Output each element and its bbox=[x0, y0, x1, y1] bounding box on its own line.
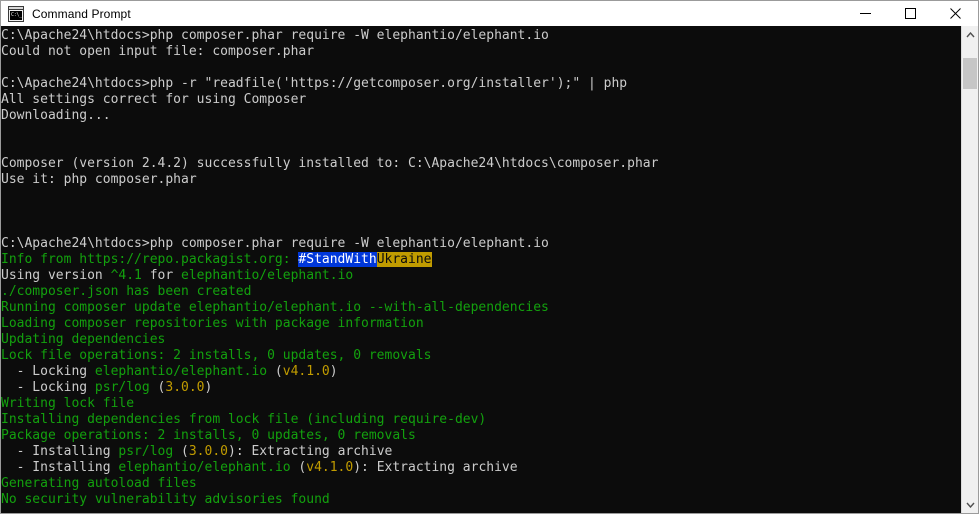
terminal-text: C:\Apache24\htdocs>php composer.phar req… bbox=[1, 236, 549, 251]
terminal-line: Running composer update elephantio/eleph… bbox=[1, 300, 961, 316]
terminal-text: Generating autoload files bbox=[1, 476, 197, 491]
scroll-down-arrow[interactable] bbox=[962, 496, 978, 513]
terminal-text: ( bbox=[149, 380, 166, 395]
terminal-text: for bbox=[141, 268, 182, 283]
terminal-line: - Installing psr/log (3.0.0): Extracting… bbox=[1, 444, 961, 460]
terminal-text: psr/log bbox=[94, 380, 150, 395]
chevron-up-icon bbox=[965, 31, 975, 37]
terminal-line: ./composer.json has been created bbox=[1, 284, 961, 300]
maximize-icon bbox=[905, 8, 916, 19]
terminal-text: Could not open input file: composer.phar bbox=[1, 44, 315, 59]
console-area: C:\Apache24\htdocs>php composer.phar req… bbox=[1, 26, 978, 513]
terminal-text: C:\Apache24\htdocs>php composer.phar req… bbox=[1, 28, 549, 43]
terminal-line: No security vulnerability advisories fou… bbox=[1, 492, 961, 508]
terminal-output[interactable]: C:\Apache24\htdocs>php composer.phar req… bbox=[1, 26, 961, 513]
terminal-text: ( bbox=[173, 444, 189, 459]
terminal-line: Lock file operations: 2 installs, 0 upda… bbox=[1, 348, 961, 364]
terminal-line: Downloading... bbox=[1, 108, 961, 124]
terminal-text: Composer (version 2.4.2) successfully in… bbox=[1, 156, 659, 171]
terminal-line: Info from https://repo.packagist.org: #S… bbox=[1, 252, 961, 268]
command-prompt-window: C:\_ Command Prompt C:\Apache24\htdocs>p… bbox=[0, 0, 979, 514]
terminal-text: ): Extracting archive bbox=[353, 460, 518, 475]
terminal-line: C:\Apache24\htdocs>php composer.phar req… bbox=[1, 236, 961, 252]
minimize-icon bbox=[860, 13, 871, 14]
terminal-text: psr/log bbox=[118, 444, 174, 459]
terminal-line: Package operations: 2 installs, 0 update… bbox=[1, 428, 961, 444]
terminal-text: Info from https://repo.packagist.org: bbox=[1, 252, 299, 267]
terminal-text: elephantio/elephant.io bbox=[118, 460, 291, 475]
terminal-text: Updating dependencies bbox=[1, 332, 166, 347]
terminal-line: All settings correct for using Composer bbox=[1, 92, 961, 108]
close-icon bbox=[950, 8, 961, 19]
terminal-text: 3.0.0 bbox=[188, 444, 228, 459]
terminal-line: Use it: php composer.phar bbox=[1, 172, 961, 188]
terminal-text: - Installing bbox=[1, 444, 119, 459]
terminal-line: Composer (version 2.4.2) successfully in… bbox=[1, 156, 961, 172]
chevron-down-icon bbox=[965, 502, 975, 508]
minimize-button[interactable] bbox=[843, 1, 888, 26]
terminal-text: Running composer update elephantio/eleph… bbox=[1, 300, 549, 315]
terminal-text: ./composer.json has been created bbox=[1, 284, 252, 299]
terminal-text: ): Extracting archive bbox=[228, 444, 393, 459]
close-button[interactable] bbox=[933, 1, 978, 26]
terminal-text: - Locking bbox=[1, 380, 95, 395]
icon-titlebar-strip bbox=[9, 6, 23, 10]
terminal-text: ( bbox=[267, 364, 283, 379]
terminal-text: ) bbox=[204, 380, 213, 395]
terminal-text: 3.0.0 bbox=[165, 380, 205, 395]
terminal-line: - Locking psr/log (3.0.0) bbox=[1, 380, 961, 396]
terminal-line: Could not open input file: composer.phar bbox=[1, 44, 961, 60]
command-prompt-icon: C:\_ bbox=[8, 5, 24, 22]
terminal-line: Using version ^4.1 for elephantio/elepha… bbox=[1, 268, 961, 284]
terminal-text: All settings correct for using Composer bbox=[1, 92, 307, 107]
window-title: Command Prompt bbox=[32, 6, 131, 21]
terminal-text: Downloading... bbox=[1, 108, 111, 123]
terminal-line: Updating dependencies bbox=[1, 332, 961, 348]
vertical-scrollbar[interactable] bbox=[961, 26, 978, 513]
terminal-text: #StandWith bbox=[298, 252, 377, 267]
terminal-text: v4.1.0 bbox=[282, 364, 330, 379]
terminal-text: ^4.1 bbox=[110, 268, 142, 283]
terminal-text: No security vulnerability advisories fou… bbox=[1, 492, 330, 507]
terminal-line: Loading composer repositories with packa… bbox=[1, 316, 961, 332]
terminal-text: Use it: php composer.phar bbox=[1, 172, 197, 187]
terminal-text: C:\Apache24\htdocs>php -r "readfile('htt… bbox=[1, 76, 628, 91]
icon-screen-text: C:\_ bbox=[10, 10, 22, 20]
scroll-track[interactable] bbox=[962, 43, 978, 496]
terminal-text: ) bbox=[329, 364, 338, 379]
terminal-text: Lock file operations: 2 installs, 0 upda… bbox=[1, 348, 432, 363]
terminal-text: v4.1.0 bbox=[306, 460, 354, 475]
terminal-text: ( bbox=[290, 460, 307, 475]
scroll-up-arrow[interactable] bbox=[962, 26, 978, 43]
terminal-line: Installing dependencies from lock file (… bbox=[1, 412, 961, 428]
terminal-text: - Installing bbox=[1, 460, 119, 475]
terminal-text: Package operations: 2 installs, 0 update… bbox=[1, 428, 416, 443]
terminal-text: Ukraine bbox=[376, 252, 432, 267]
terminal-line: C:\Apache24\htdocs>php composer.phar req… bbox=[1, 28, 961, 44]
terminal-line: Writing lock file bbox=[1, 396, 961, 412]
terminal-text: Loading composer repositories with packa… bbox=[1, 316, 424, 331]
terminal-line: C:\Apache24\htdocs>php -r "readfile('htt… bbox=[1, 76, 961, 92]
terminal-text: - Locking bbox=[1, 364, 95, 379]
terminal-line: - Installing elephantio/elephant.io (v4.… bbox=[1, 460, 961, 476]
terminal-text: Installing dependencies from lock file (… bbox=[1, 412, 487, 427]
terminal-text: Writing lock file bbox=[1, 396, 135, 411]
terminal-text: elephantio/elephant.io bbox=[94, 364, 268, 379]
scroll-thumb[interactable] bbox=[963, 58, 977, 89]
terminal-lines: C:\Apache24\htdocs>php composer.phar req… bbox=[1, 28, 961, 513]
titlebar[interactable]: C:\_ Command Prompt bbox=[1, 1, 978, 26]
terminal-line: - Locking elephantio/elephant.io (v4.1.0… bbox=[1, 364, 961, 380]
terminal-line: Generating autoload files bbox=[1, 476, 961, 492]
terminal-text: elephantio/elephant.io bbox=[181, 268, 354, 283]
caption-buttons bbox=[843, 1, 978, 26]
maximize-button[interactable] bbox=[888, 1, 933, 26]
terminal-text: Using version bbox=[1, 268, 111, 283]
